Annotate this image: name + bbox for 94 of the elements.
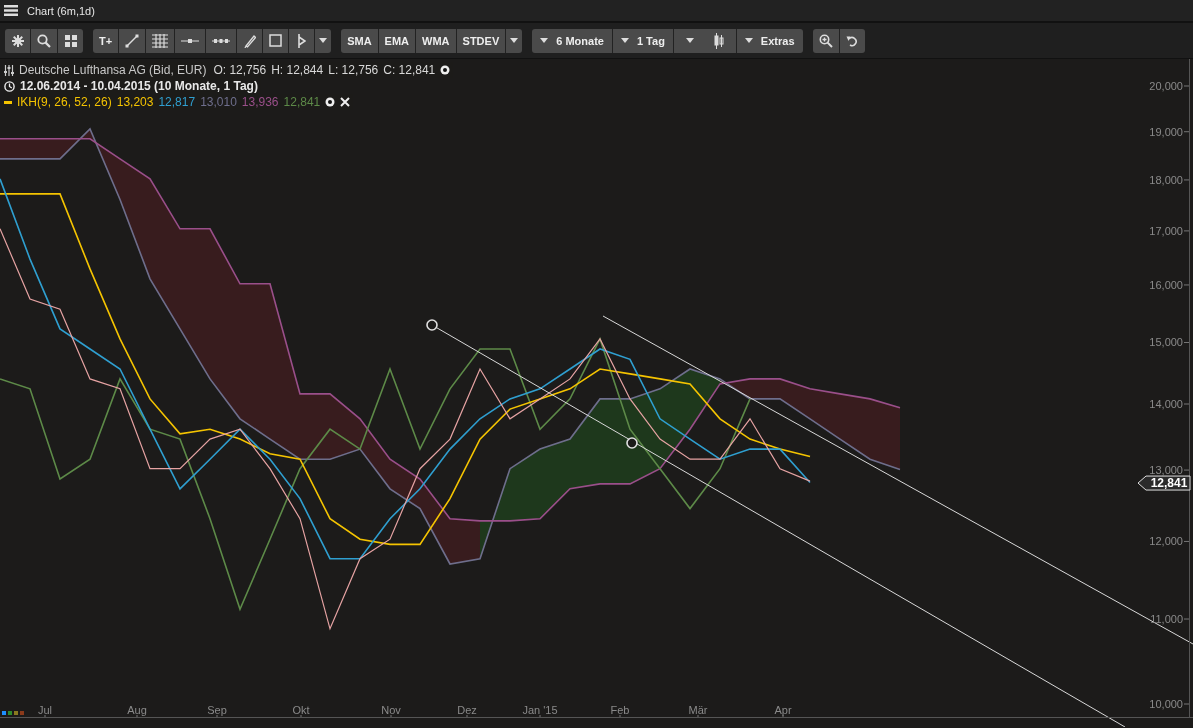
- x-axis-label: Mär: [688, 704, 708, 716]
- caret-icon: [744, 38, 753, 43]
- layout-grid-button[interactable]: [58, 28, 83, 53]
- date-range: 12.06.2014 - 10.04.2015 (10 Monate, 1 Tag): [20, 79, 258, 93]
- y-axis-label: 13,000: [1149, 464, 1183, 477]
- pencil-icon: [243, 33, 256, 48]
- dropdown-button[interactable]: [506, 28, 523, 53]
- cloud-area: [360, 418, 390, 489]
- instrument-name: Deutsche Lufthansa AG (Bid, EUR): [19, 63, 207, 77]
- x-axis-label: Aug: [127, 704, 147, 716]
- settings-icon[interactable]: [440, 65, 451, 75]
- horizontal-line-tool-button[interactable]: [175, 28, 206, 53]
- line-tool-button[interactable]: [119, 28, 146, 53]
- color-swatch[interactable]: [2, 711, 6, 715]
- period-dropdown[interactable]: 6 Monate: [532, 28, 612, 53]
- settings-button[interactable]: [5, 28, 30, 53]
- y-axis-label: 17,000: [1149, 224, 1183, 237]
- cloud-area: [870, 398, 900, 470]
- cloud-area: [810, 388, 840, 440]
- dotted-line-icon: [212, 37, 231, 44]
- cloud-area: [330, 393, 360, 460]
- line-icon: [125, 33, 140, 48]
- indicator-value: 13,936: [241, 95, 279, 109]
- price-marker: 12,841: [1137, 475, 1191, 491]
- zoom-in-icon: [818, 33, 833, 48]
- indicator-button[interactable]: EMA: [378, 28, 416, 53]
- indicator-value: 12,841: [283, 95, 321, 109]
- clock-icon: [4, 80, 15, 92]
- horizontal-line-icon: [181, 37, 200, 44]
- y-axis-label: 11,000: [1150, 613, 1183, 625]
- x-axis-label: Feb: [610, 704, 630, 716]
- color-swatch[interactable]: [20, 711, 24, 715]
- x-axis-label: Okt: [292, 704, 310, 716]
- x-axis-label: Jul: [37, 704, 53, 716]
- y-axis-label: 12,000: [1149, 535, 1183, 548]
- pointer-button[interactable]: [289, 28, 315, 53]
- x-axis-label: Apr: [774, 704, 792, 716]
- y-axis-label: 16,000: [1149, 278, 1183, 291]
- undo-button[interactable]: [839, 28, 865, 53]
- ohlc-value: C: 12,841: [383, 63, 436, 77]
- chart-type-dropdown[interactable]: [673, 28, 736, 53]
- gear-icon: [11, 34, 24, 47]
- indicator-button[interactable]: SMA: [341, 28, 378, 53]
- caret-icon: [319, 38, 328, 43]
- indicator-value: 13,203: [116, 95, 154, 109]
- extras-dropdown[interactable]: Extras: [736, 28, 803, 53]
- caret-icon: [510, 38, 519, 43]
- x-axis-label: Sep: [207, 704, 227, 716]
- y-axis-label: 20,000: [1149, 80, 1183, 92]
- cloud-area: [0, 138, 30, 159]
- menu-icon[interactable]: [4, 5, 18, 16]
- caret-icon: [620, 38, 629, 43]
- caret-icon: [540, 38, 549, 43]
- grid-lines-icon: [152, 33, 169, 48]
- ohlc-value: L: 12,756: [328, 63, 379, 77]
- caret-icon: [685, 38, 694, 43]
- x-axis-label: Jan '15: [522, 704, 558, 716]
- undo-icon: [846, 34, 858, 47]
- dropdown-button[interactable]: [315, 28, 332, 53]
- rectangle-icon: [269, 34, 283, 47]
- cloud-area: [510, 449, 540, 521]
- y-axis-label: 10,000: [1149, 698, 1183, 710]
- text-tool-button[interactable]: T+: [93, 28, 119, 53]
- x-axis-label: Nov: [381, 704, 401, 716]
- rectangle-tool-button[interactable]: [263, 28, 289, 53]
- fibonacci-tool-button[interactable]: [146, 28, 175, 53]
- color-swatch[interactable]: [8, 711, 12, 715]
- ohlc-value: H: 12,844: [271, 63, 324, 77]
- search-icon: [37, 33, 51, 48]
- indicator-button[interactable]: STDEV: [456, 28, 506, 53]
- color-swatch[interactable]: [14, 711, 18, 715]
- indicator-value: 13,010: [200, 95, 237, 109]
- search-button[interactable]: [31, 28, 57, 53]
- pencil-button[interactable]: [237, 28, 263, 53]
- y-axis-label: 15,000: [1149, 336, 1183, 349]
- ohlc-value: O: 12,756: [213, 63, 267, 77]
- y-axis-label: 19,000: [1149, 125, 1183, 138]
- dotted-line-tool-button[interactable]: [206, 28, 237, 53]
- interval-dropdown[interactable]: 1 Tag: [612, 28, 673, 53]
- zoom-in-button[interactable]: [812, 28, 839, 53]
- y-axis-label: 14,000: [1149, 398, 1183, 410]
- indicator-button[interactable]: WMA: [416, 28, 456, 53]
- pointer-icon: [297, 33, 306, 48]
- settings-icon[interactable]: [325, 97, 336, 107]
- window-title: Chart (6m,1d): [27, 4, 95, 17]
- y-axis-label: 18,000: [1149, 173, 1183, 186]
- grid-icon: [64, 34, 77, 47]
- cloud-area: [840, 393, 870, 460]
- chart-settings-icon[interactable]: [4, 64, 14, 76]
- indicator-value: 12,817: [158, 95, 196, 109]
- close-icon[interactable]: [340, 97, 351, 107]
- x-axis-label: Dez: [457, 704, 477, 716]
- indicator-label: IKH(9, 26, 52, 26): [17, 95, 112, 109]
- candlestick-icon: [713, 32, 724, 49]
